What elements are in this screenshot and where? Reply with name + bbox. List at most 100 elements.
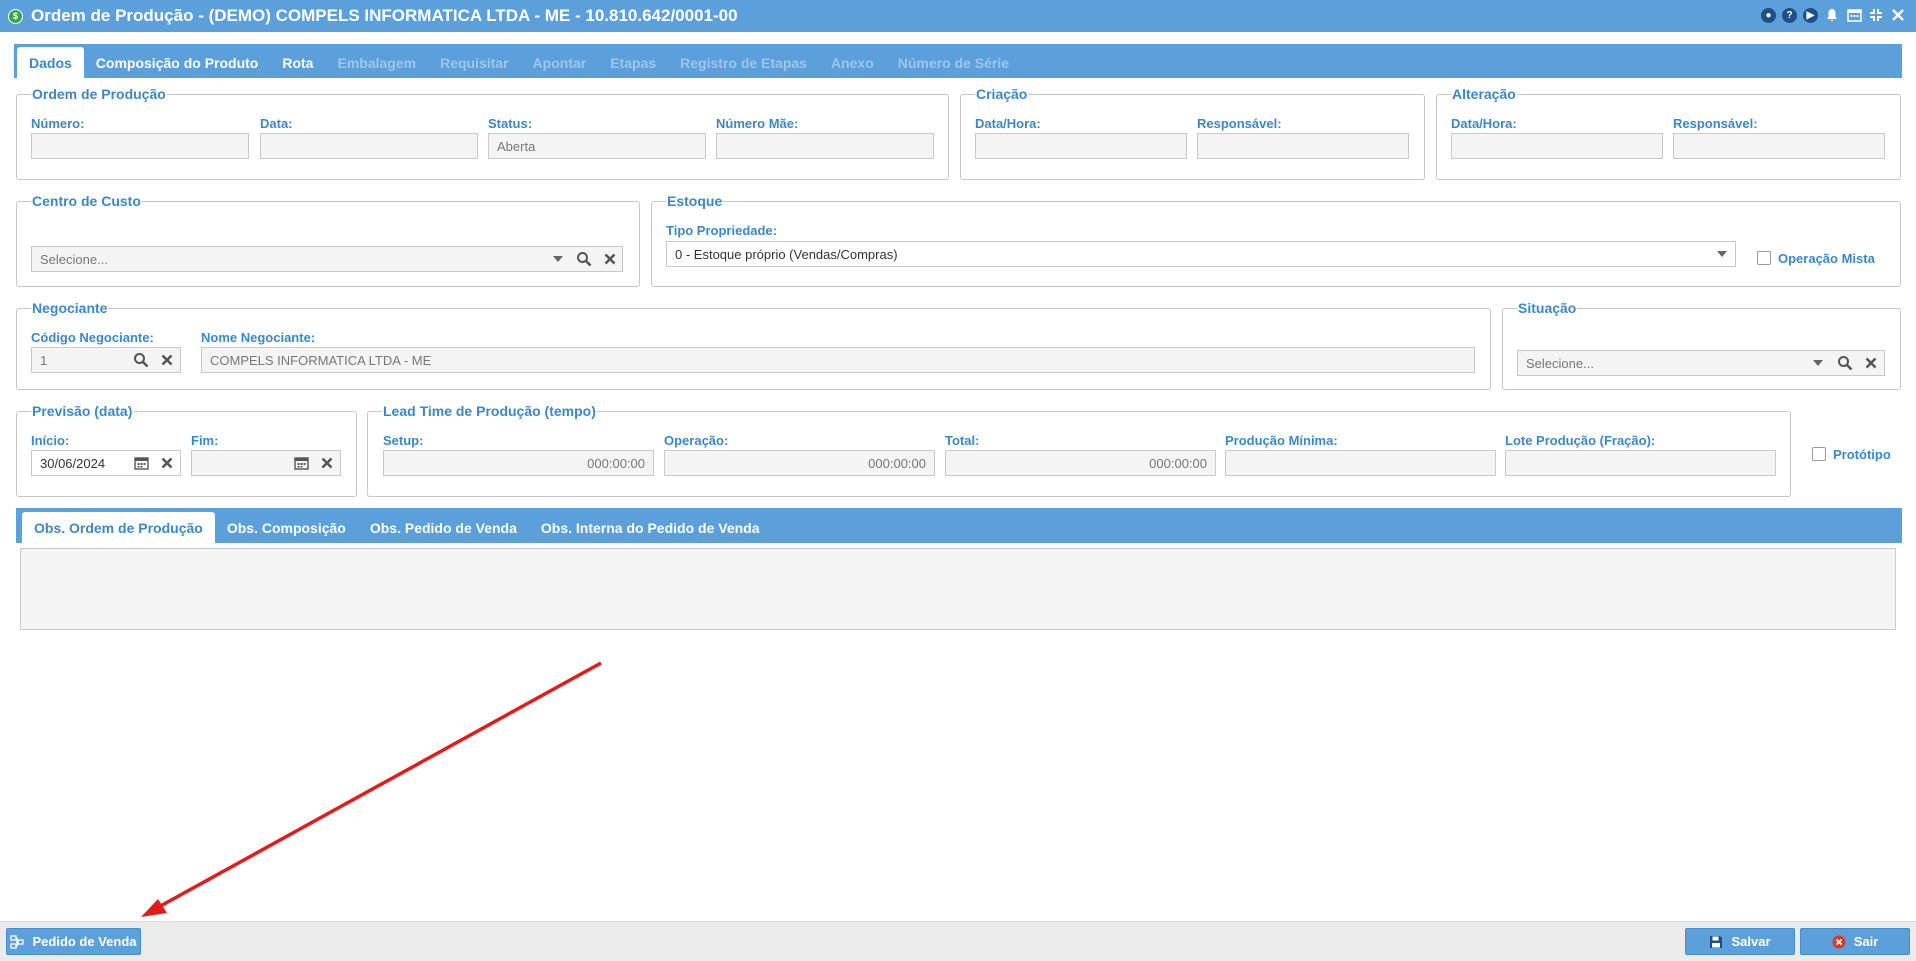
total-field[interactable]: 000:00:00: [945, 450, 1216, 476]
search-icon[interactable]: [1835, 353, 1855, 373]
clear-icon[interactable]: [1861, 353, 1881, 373]
tab-numero-serie: Número de Série: [897, 55, 1010, 71]
search-icon[interactable]: [574, 249, 594, 269]
operacao-label: Operação:: [664, 433, 729, 448]
codigo-negociante-label: Código Negociante:: [31, 330, 154, 345]
tab-embalagem: Embalagem: [337, 55, 417, 71]
tab-dados[interactable]: Dados: [17, 47, 84, 78]
operacao-mista-label[interactable]: Operação Mista: [1778, 251, 1875, 266]
setup-label: Setup:: [383, 433, 424, 448]
prototipo-checkbox[interactable]: [1812, 447, 1826, 461]
numero-mae-label: Número Mãe:: [716, 116, 799, 131]
alteracao-responsavel-label: Responsável:: [1673, 116, 1758, 131]
criacao-legend: Criação: [975, 85, 1029, 103]
footer-bar: Pedido de Venda Salvar Sair: [0, 921, 1916, 961]
status-field[interactable]: Aberta: [488, 133, 706, 159]
centro-custo-select[interactable]: Selecione...: [31, 246, 623, 272]
clear-icon[interactable]: [317, 453, 337, 473]
calendar-icon[interactable]: [291, 453, 311, 473]
total-label: Total:: [945, 433, 980, 448]
nome-negociante-field[interactable]: COMPELS INFORMATICA LTDA - ME: [201, 347, 1475, 373]
chevron-down-icon[interactable]: [1808, 353, 1828, 373]
negociante-legend: Negociante: [31, 299, 109, 317]
tipo-propriedade-label: Tipo Propriedade:: [666, 223, 777, 238]
close-icon[interactable]: [1890, 7, 1906, 23]
numero-label: Número:: [31, 116, 85, 131]
tab-composicao-produto[interactable]: Composição do Produto: [84, 48, 271, 78]
calendar-icon[interactable]: [1846, 7, 1862, 23]
tab-obs-pedido-venda[interactable]: Obs. Pedido de Venda: [358, 513, 529, 543]
estoque-legend: Estoque: [666, 192, 724, 210]
criacao-responsavel-label: Responsável:: [1197, 116, 1282, 131]
data-label: Data:: [260, 116, 293, 131]
sair-label: Sair: [1853, 934, 1879, 949]
alteracao-group: Alteração Data/Hora: Responsável:: [1436, 85, 1901, 180]
criacao-datahora-label: Data/Hora:: [975, 116, 1041, 131]
operacao-field[interactable]: 000:00:00: [664, 450, 935, 476]
lote-producao-label: Lote Produção (Fração):: [1505, 433, 1656, 448]
tab-rota[interactable]: Rota: [270, 48, 325, 78]
tab-obs-composicao[interactable]: Obs. Composição: [215, 513, 358, 543]
chevron-down-icon[interactable]: [548, 249, 568, 269]
fim-label: Fim:: [191, 433, 219, 448]
lote-producao-field[interactable]: [1505, 450, 1776, 476]
search-icon[interactable]: [131, 350, 151, 370]
tab-apontar: Apontar: [532, 55, 587, 71]
prototipo-label[interactable]: Protótipo: [1833, 447, 1891, 462]
salvar-button[interactable]: Salvar: [1685, 928, 1795, 955]
alteracao-legend: Alteração: [1451, 85, 1517, 103]
obs-tab-bar: Obs. Ordem de Produção Obs. Composição O…: [16, 508, 1902, 543]
calendar-icon[interactable]: [131, 453, 151, 473]
play-icon[interactable]: ▶: [1803, 7, 1818, 23]
compress-icon[interactable]: [1868, 7, 1884, 23]
salvar-label: Salvar: [1731, 934, 1771, 949]
numero-mae-field[interactable]: [716, 133, 934, 159]
criacao-responsavel-field[interactable]: [1197, 133, 1409, 159]
numero-field[interactable]: [31, 133, 249, 159]
clear-icon[interactable]: [157, 453, 177, 473]
tab-etapas: Etapas: [610, 55, 657, 71]
pedido-venda-label: Pedido de Venda: [32, 934, 137, 949]
situacao-group: Situação Selecione...: [1502, 299, 1901, 390]
app-logo-icon: $: [8, 8, 23, 24]
chevron-down-icon[interactable]: [1712, 244, 1732, 264]
bell-icon[interactable]: [1824, 7, 1840, 23]
negociante-group: Negociante Código Negociante: 1 Nome Neg…: [16, 299, 1491, 390]
previsao-legend: Previsão (data): [31, 402, 134, 420]
criacao-datahora-field[interactable]: [975, 133, 1187, 159]
tab-registro-etapas: Registro de Etapas: [680, 55, 807, 71]
situacao-select[interactable]: Selecione...: [1517, 350, 1885, 376]
centro-custo-legend: Centro de Custo: [31, 192, 142, 210]
producao-minima-field[interactable]: [1225, 450, 1496, 476]
eye-icon[interactable]: ●: [1761, 7, 1776, 23]
lead-time-legend: Lead Time de Produção (tempo): [382, 402, 597, 420]
alteracao-datahora-label: Data/Hora:: [1451, 116, 1517, 131]
clear-icon[interactable]: [157, 350, 177, 370]
sitemap-icon: [10, 934, 25, 949]
centro-custo-group: Centro de Custo Selecione...: [16, 192, 640, 287]
estoque-group: Estoque Tipo Propriedade: 0 - Estoque pr…: [651, 192, 1901, 287]
data-field[interactable]: [260, 133, 478, 159]
alteracao-datahora-field[interactable]: [1451, 133, 1663, 159]
main-tab-bar: Dados Composição do Produto Rota Embalag…: [14, 44, 1902, 78]
nome-negociante-label: Nome Negociante:: [201, 330, 316, 345]
ordem-producao-group: Ordem de Produção Número: Data: Status: …: [16, 85, 949, 180]
pedido-venda-button[interactable]: Pedido de Venda: [6, 928, 141, 955]
alteracao-responsavel-field[interactable]: [1673, 133, 1885, 159]
window-titlebar: $ Ordem de Produção - (DEMO) COMPELS INF…: [0, 0, 1916, 32]
tab-anexo: Anexo: [830, 55, 874, 71]
operacao-mista-checkbox[interactable]: [1757, 251, 1771, 265]
ordem-producao-legend: Ordem de Produção: [31, 85, 167, 103]
inicio-label: Início:: [31, 433, 70, 448]
help-icon[interactable]: ?: [1782, 7, 1797, 23]
sair-button[interactable]: Sair: [1800, 928, 1910, 955]
tipo-propriedade-select[interactable]: 0 - Estoque próprio (Vendas/Compras): [666, 241, 1736, 267]
window-controls: ● ? ▶: [1761, 7, 1906, 23]
setup-field[interactable]: 000:00:00: [383, 450, 654, 476]
tab-obs-ordem-producao[interactable]: Obs. Ordem de Produção: [22, 512, 215, 543]
obs-textarea[interactable]: [20, 548, 1896, 630]
save-icon: [1709, 935, 1723, 949]
clear-icon[interactable]: [600, 249, 620, 269]
criacao-group: Criação Data/Hora: Responsável:: [960, 85, 1425, 180]
tab-obs-interna-pedido-venda[interactable]: Obs. Interna do Pedido de Venda: [529, 513, 772, 543]
